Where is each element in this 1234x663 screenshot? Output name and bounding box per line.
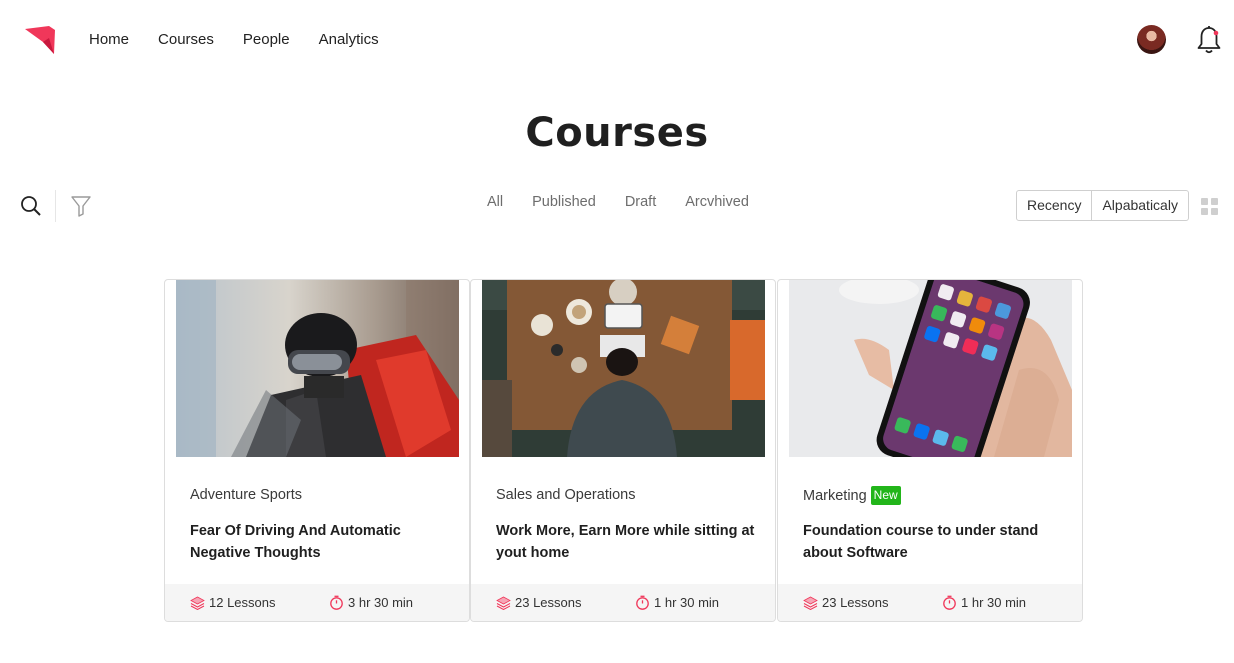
course-category-row: Marketing New	[803, 486, 901, 505]
course-card[interactable]: Sales and Operations Work More, Earn Mor…	[470, 279, 776, 622]
course-duration: 1 hr 30 min	[635, 595, 719, 610]
tab-archived[interactable]: Arcvhived	[685, 194, 749, 211]
course-meta: 12 Lessons 3 hr 30 min	[165, 584, 469, 621]
lessons-count: 23 Lessons	[496, 595, 582, 610]
course-category: Marketing	[803, 487, 867, 504]
duration-label: 3 hr 30 min	[348, 595, 414, 610]
grid-view-icon[interactable]	[1201, 198, 1218, 215]
course-category-row: Adventure Sports	[190, 486, 302, 504]
tab-draft[interactable]: Draft	[625, 194, 656, 211]
course-category: Sales and Operations	[496, 487, 636, 503]
course-card[interactable]: Adventure Sports Fear Of Driving And Aut…	[164, 279, 470, 622]
sort-alphabetical-button[interactable]: Alpabaticaly	[1091, 191, 1188, 220]
bell-icon[interactable]	[1195, 25, 1223, 55]
course-duration: 3 hr 30 min	[329, 595, 413, 610]
layers-icon	[496, 596, 511, 610]
main-nav: Home Courses People Analytics	[89, 30, 408, 50]
duration-label: 1 hr 30 min	[654, 595, 720, 610]
course-category-row: Sales and Operations	[496, 486, 635, 504]
filter-icon[interactable]	[70, 195, 92, 217]
course-category: Adventure Sports	[190, 487, 303, 503]
nav-courses[interactable]: Courses	[158, 30, 214, 50]
tab-published[interactable]: Published	[532, 194, 596, 211]
page-title: Courses	[525, 110, 709, 156]
timer-icon	[636, 595, 649, 610]
nav-people[interactable]: People	[243, 30, 290, 50]
course-title[interactable]: Foundation course to under stand about S…	[803, 520, 1063, 564]
timer-icon	[943, 595, 956, 610]
course-image-desk	[482, 280, 765, 457]
lessons-label: 12 Lessons	[209, 595, 276, 610]
course-title[interactable]: Work More, Earn More while sitting at yo…	[496, 520, 756, 564]
course-duration: 1 hr 30 min	[942, 595, 1026, 610]
duration-label: 1 hr 30 min	[961, 595, 1027, 610]
course-image-motorcyclist	[176, 280, 459, 457]
layers-icon	[190, 596, 205, 610]
lessons-label: 23 Lessons	[822, 595, 889, 610]
tab-all[interactable]: All	[487, 194, 503, 211]
search-icon[interactable]	[20, 195, 42, 217]
timer-icon	[330, 595, 343, 610]
course-card[interactable]: Marketing New Foundation course to under…	[777, 279, 1083, 622]
nav-home[interactable]: Home	[89, 30, 129, 50]
sort-toggle: Recency Alpabaticaly	[1016, 190, 1189, 221]
course-title[interactable]: Fear Of Driving And Automatic Negative T…	[190, 520, 450, 564]
sort-recency-button[interactable]: Recency	[1017, 191, 1091, 220]
course-image-smartphone	[789, 280, 1072, 457]
toolbar-divider	[55, 190, 56, 222]
lessons-label: 23 Lessons	[515, 595, 582, 610]
nav-analytics[interactable]: Analytics	[319, 30, 379, 50]
course-meta: 23 Lessons 1 hr 30 min	[471, 584, 775, 621]
logo-icon[interactable]	[25, 26, 55, 54]
layers-icon	[803, 596, 818, 610]
status-tabs: All Published Draft Arcvhived	[487, 194, 778, 211]
lessons-count: 23 Lessons	[803, 595, 889, 610]
avatar[interactable]	[1137, 25, 1166, 54]
course-meta: 23 Lessons 1 hr 30 min	[778, 584, 1082, 621]
new-badge: New	[870, 486, 901, 505]
lessons-count: 12 Lessons	[190, 595, 276, 610]
